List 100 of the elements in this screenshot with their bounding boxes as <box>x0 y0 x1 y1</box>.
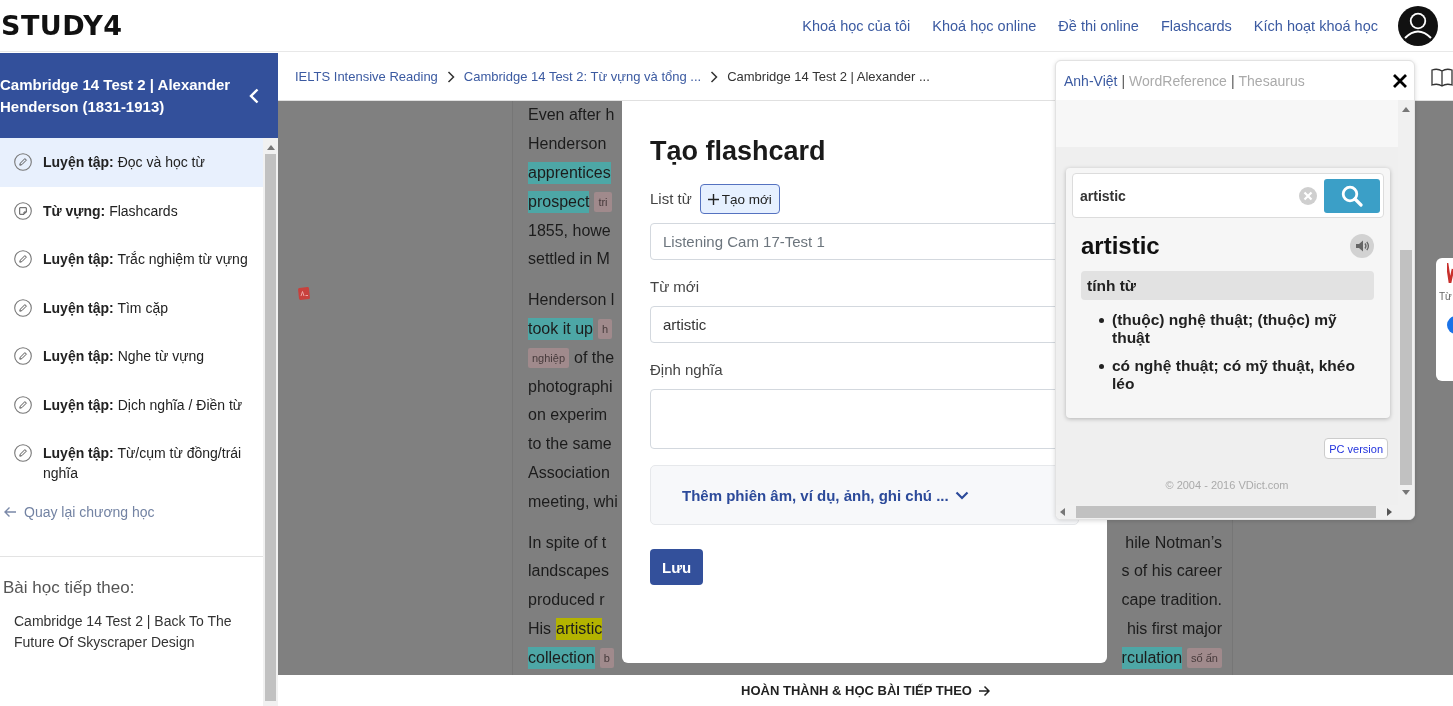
article-text: landscapes <box>528 562 609 581</box>
arrow-right-icon[interactable] <box>1387 508 1392 516</box>
page-title-text: Cambridge 14 Test 2 | Alexander ... <box>727 69 930 84</box>
selected-word[interactable]: artistic <box>556 617 603 640</box>
headword: artistic <box>1081 232 1160 260</box>
pencil-icon <box>14 444 32 463</box>
highlighted-word[interactable]: took it up <box>528 317 593 340</box>
more-options-toggle[interactable]: Thêm phiên âm, ví dụ, ảnh, ghi chú ... <box>682 486 969 504</box>
translation-tag: h <box>597 318 613 339</box>
search-icon <box>1341 184 1363 207</box>
article-text: In spite of t <box>528 533 607 552</box>
scrollbar[interactable] <box>1056 505 1414 519</box>
scrollbar-thumb[interactable] <box>1400 250 1412 485</box>
bullet-icon <box>1099 318 1104 323</box>
search-field[interactable]: artistic <box>1072 173 1384 218</box>
nav-link[interactable]: Khoá học online <box>932 17 1037 34</box>
note-icon <box>14 201 32 220</box>
article-text: His <box>528 619 552 638</box>
sidebar-item[interactable]: Luyện tập: Từ/cụm từ đồng/trái nghĩa <box>0 429 263 498</box>
close-icon[interactable] <box>1392 72 1408 89</box>
nav-link[interactable]: Đề thi online <box>1058 17 1139 34</box>
highlighted-word[interactable]: prospect <box>528 190 590 213</box>
article-text: settled in M <box>528 250 610 269</box>
sidebar-item[interactable]: Luyện tập: Đọc và học từ <box>0 138 263 187</box>
next-lesson-link[interactable]: Cambridge 14 Test 2 | Back To The Future Of Skyscraper Design <box>14 610 243 653</box>
field-label: Từ mới <box>650 277 701 297</box>
tile-icon[interactable] <box>297 286 311 301</box>
article-text: s of his career <box>1121 562 1222 581</box>
arrow-up-icon[interactable] <box>1402 107 1410 112</box>
tab-separator: | <box>1121 72 1126 89</box>
sidebar-item[interactable]: Luyện tập: Trắc nghiệm từ vựng <box>0 235 263 284</box>
arrow-right-icon <box>977 684 990 697</box>
scrollbar[interactable] <box>1398 100 1414 505</box>
pencil-icon <box>14 298 32 317</box>
copyright-text: © 2004 - 2016 VDict.com <box>1164 479 1290 491</box>
chevron-left-icon[interactable] <box>248 87 260 104</box>
article-text: his first major <box>1126 619 1222 638</box>
nav-link[interactable]: Khoá học của tôi <box>802 17 911 34</box>
scrollbar-thumb[interactable] <box>1076 506 1376 518</box>
scrollbar[interactable] <box>263 138 278 706</box>
new-list-button[interactable]: Tạo mới <box>699 184 780 214</box>
pc-version-button[interactable]: PC version <box>1324 438 1388 459</box>
tab-separator: | <box>1230 72 1235 89</box>
back-link[interactable]: Quay lại chương học <box>0 497 155 526</box>
breadcrumb-link[interactable]: IELTS Intensive Reading <box>295 69 438 84</box>
chevron-right-icon <box>710 70 719 83</box>
logo[interactable]: STUDY4 <box>1 10 123 41</box>
article-text: meeting, whi <box>528 492 618 511</box>
part-of-speech-label: tính từ <box>1081 271 1374 300</box>
pencil-icon <box>14 153 32 172</box>
article-text: to the same <box>528 435 612 454</box>
next-lesson-button[interactable]: HOÀN THÀNH & HỌC BÀI TIẾP THEO <box>741 683 990 698</box>
arrow-up-icon[interactable] <box>266 145 275 150</box>
translation-tag: nghiệp <box>528 347 570 368</box>
article-text: Association <box>528 463 610 482</box>
breadcrumb-link[interactable]: Cambridge 14 Test 2: Từ vựng và tổng ... <box>463 69 702 84</box>
article-text: hile Notman’s <box>1125 533 1222 552</box>
nav-link[interactable]: Kích hoạt khoá học <box>1253 17 1378 34</box>
article-text: photographi <box>528 377 613 396</box>
article-text: Even after h <box>528 106 615 125</box>
article-text: produced r <box>528 591 605 610</box>
chevron-right-icon <box>446 70 455 83</box>
arrow-down-icon[interactable] <box>1402 490 1410 495</box>
bullet-icon <box>1099 364 1104 369</box>
speaker-icon[interactable] <box>1350 234 1374 258</box>
highlighted-word[interactable]: apprentices <box>528 162 611 184</box>
article-text: cape tradition. <box>1121 591 1222 610</box>
logo-icon <box>1447 263 1453 283</box>
sidebar-item[interactable]: Luyện tập: Nghe từ vựng <box>0 332 263 381</box>
sidebar-item[interactable]: Từ vựng: Flashcards <box>0 186 263 235</box>
dialog-title: Tạo flashcard <box>650 135 827 168</box>
arrow-left-icon <box>3 505 17 518</box>
section-heading: Bài học tiếp theo: <box>2 576 136 599</box>
translation-tag: b <box>599 647 614 668</box>
pencil-icon <box>14 347 32 366</box>
sidebar-item[interactable]: Luyện tập: Dịch nghĩa / Điền từ <box>0 380 263 429</box>
translation-tag: tri <box>594 191 612 212</box>
field-label: List từ <box>650 189 692 209</box>
definition-text: (thuộc) nghệ thuật; (thuộc) mỹ thuật <box>1112 311 1338 347</box>
article-text: on experim <box>528 406 608 425</box>
chevron-down-icon <box>954 490 969 500</box>
sidebar-title: Cambridge 14 Test 2 | Alexander Henderson (1831-1913) <box>0 74 232 117</box>
highlighted-word[interactable]: rculation <box>1121 646 1183 669</box>
definition-text: có nghệ thuật; có mỹ thuật, khéo léo <box>1112 357 1356 393</box>
avatar-icon[interactable] <box>1398 5 1438 46</box>
dictionary-tab[interactable]: Anh-Việt <box>1064 72 1118 89</box>
widget-label: Từ <box>1439 291 1452 302</box>
arrow-left-icon[interactable] <box>1060 508 1065 516</box>
highlighted-word[interactable]: collection <box>528 646 595 669</box>
search-button[interactable] <box>1324 178 1380 213</box>
article-text: Henderson l <box>528 291 615 310</box>
plus-icon <box>707 193 719 205</box>
pencil-icon <box>14 250 32 269</box>
sidebar-item[interactable]: Luyện tập: Tìm cặp <box>0 283 263 332</box>
scrollbar-thumb[interactable] <box>265 154 276 701</box>
book-icon[interactable] <box>1431 66 1453 87</box>
save-button[interactable]: Lưu <box>650 549 704 585</box>
article-text: of the <box>574 348 615 367</box>
nav-link[interactable]: Flashcards <box>1160 17 1232 34</box>
translation-tag: số ấn <box>1187 647 1222 668</box>
